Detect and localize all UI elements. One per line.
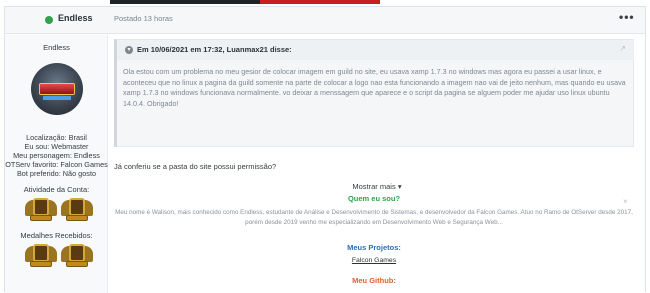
- activity-badge-icon[interactable]: [25, 198, 57, 222]
- show-more-label: Mostrar mais: [352, 182, 396, 191]
- quote-body: Ola estou com um problema no meu gesior …: [123, 67, 626, 108]
- sidebar-author-name[interactable]: Endless: [5, 43, 108, 52]
- share-icon[interactable]: ↗: [619, 44, 626, 53]
- sidebar-field-role: Eu sou: Webmaster: [24, 142, 89, 151]
- medals-heading: Medalhes Recebidos:: [20, 231, 93, 240]
- medal-badge-icon[interactable]: [61, 244, 93, 268]
- caret-down-icon: ▾: [397, 182, 402, 191]
- sidebar-field-bot: Bot preferido: Não gosto: [16, 169, 97, 178]
- more-dots-icon[interactable]: •••: [619, 10, 635, 24]
- medal-badge-icon[interactable]: [25, 244, 57, 268]
- reply-text: Já conferiu se a pasta do site possui pe…: [114, 162, 277, 171]
- sidebar-field-otserv: OTServ favorito: Falcon Games: [5, 160, 108, 169]
- badge-plate: [30, 261, 52, 267]
- avatar[interactable]: [31, 63, 83, 115]
- chevron-down-icon[interactable]: ▾: [125, 46, 133, 54]
- signature-heading-who: Quem eu sou?: [347, 194, 401, 203]
- badge-core: [69, 244, 85, 262]
- badge-plate: [66, 215, 88, 221]
- project-link[interactable]: Falcon Games: [114, 257, 634, 264]
- sidebar-field-location: Localização: Brasil: [26, 133, 87, 142]
- quote-block: ▾ Em 10/06/2021 em 17:32, Luanmax21 diss…: [114, 39, 634, 191]
- quote-citation[interactable]: Em 10/06/2021 em 17:32, Luanmax21 disse:: [137, 45, 292, 54]
- online-status-icon: [45, 16, 53, 24]
- badge-plate: [30, 215, 52, 221]
- badge-core: [69, 198, 85, 216]
- activity-badge-icon[interactable]: [61, 198, 93, 222]
- show-more-button[interactable]: Mostrar mais ▾: [117, 182, 637, 191]
- avatar-logo-stripe: [43, 96, 71, 100]
- accent-red: [260, 0, 380, 4]
- post-header: Endless Postado 13 horas •••: [5, 7, 645, 34]
- accent-dark: [110, 0, 260, 4]
- badge-plate: [66, 261, 88, 267]
- post-timestamp[interactable]: Postado 13 horas: [114, 14, 173, 23]
- author-sidebar: Endless Localização: Brasil Eu sou: Webm…: [5, 35, 108, 293]
- sidebar-field-character: Meu personagem: Endless: [13, 151, 100, 160]
- signature-heading-projects: Meus Projetos:: [347, 243, 401, 252]
- badge-core: [33, 244, 49, 262]
- avatar-logo: [39, 83, 75, 95]
- activity-heading: Atividade da Conta:: [23, 185, 90, 194]
- signature-bio: Meu nome é Walison, mais conhecido como …: [115, 209, 633, 226]
- signature-heading-github: Meu Github:: [352, 276, 396, 285]
- post-author-link[interactable]: Endless: [58, 13, 93, 23]
- quote-header: ▾ Em 10/06/2021 em 17:32, Luanmax21 diss…: [117, 40, 634, 60]
- badge-core: [33, 198, 49, 216]
- top-accent-bar: [0, 0, 650, 4]
